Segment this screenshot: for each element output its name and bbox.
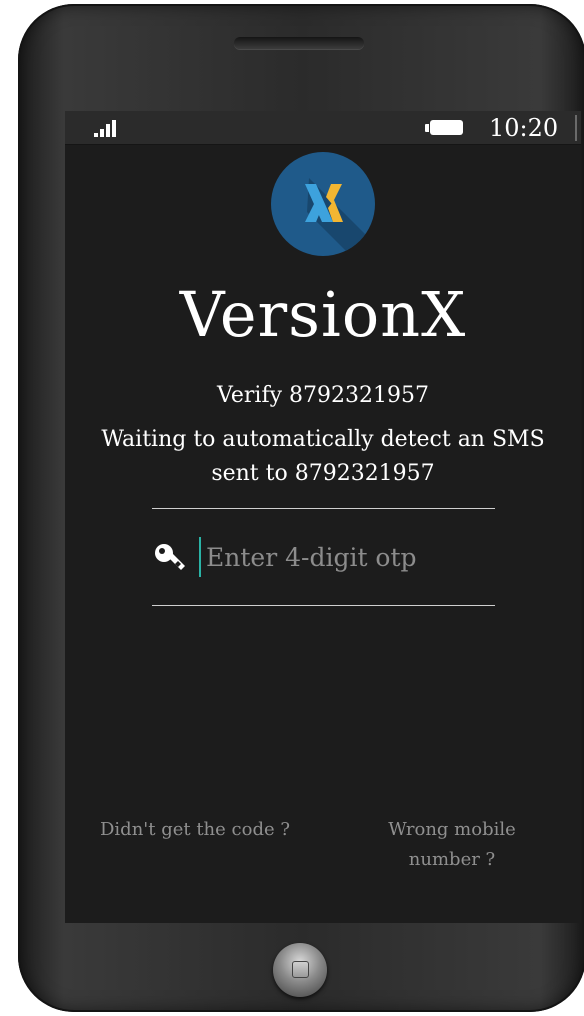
status-edge-divider: [575, 115, 577, 141]
app-title: VersionX: [179, 278, 467, 351]
divider-top: [152, 508, 495, 509]
app-screen: 10:20 VersionX Verify 8792321957 Waiting…: [65, 111, 581, 923]
verify-number-heading: Verify 8792321957: [217, 383, 429, 408]
signal-bars-icon: [94, 120, 116, 137]
home-square-icon: [292, 961, 309, 978]
phone-speaker: [234, 37, 364, 49]
sms-waiting-message: Waiting to automatically detect an SMS s…: [101, 427, 545, 486]
home-button[interactable]: [273, 943, 327, 997]
otp-input[interactable]: [199, 537, 496, 577]
status-time: 10:20: [489, 114, 559, 142]
status-bar: 10:20: [65, 111, 581, 145]
versionx-logo-icon: [271, 152, 375, 256]
wrong-number-link[interactable]: Wrong mobile number ?: [352, 815, 552, 875]
otp-field-row: [153, 535, 496, 581]
battery-full-icon: [425, 120, 463, 135]
key-icon: [153, 542, 187, 572]
resend-code-link[interactable]: Didn't get the code ?: [95, 815, 295, 845]
phone-frame: 10:20 VersionX Verify 8792321957 Waiting…: [18, 4, 584, 1012]
divider-bottom: [152, 605, 495, 606]
